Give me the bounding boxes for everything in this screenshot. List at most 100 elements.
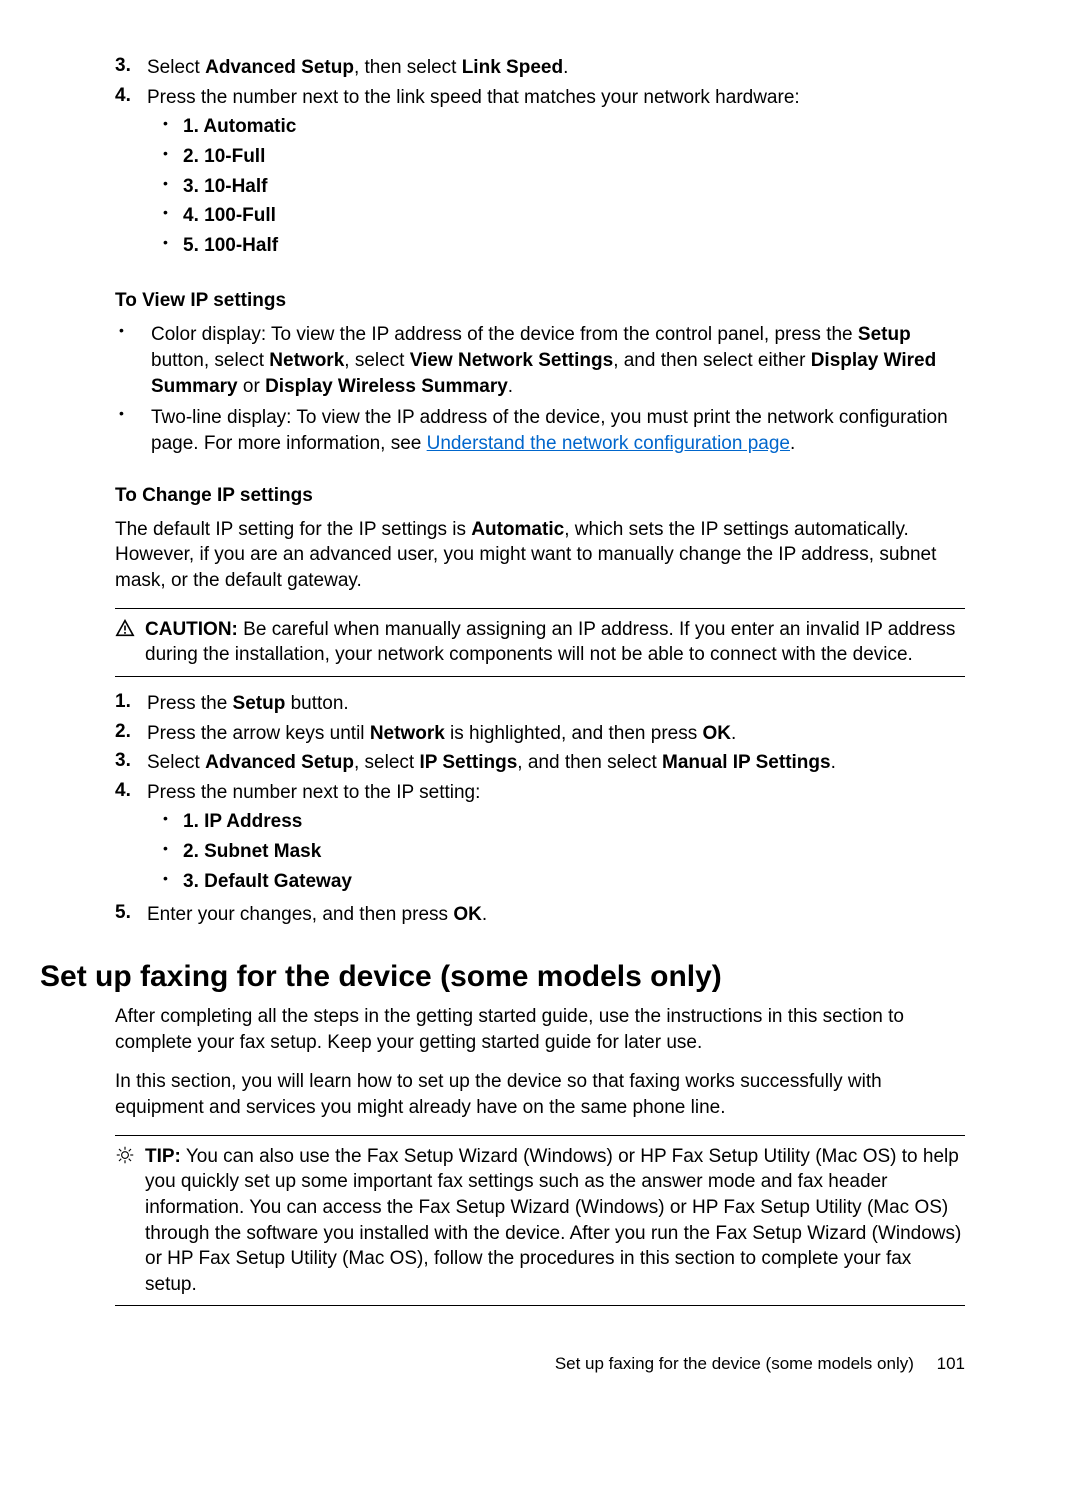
view-ip-heading: To View IP settings: [115, 290, 965, 312]
list-content: Press the arrow keys until Network is hi…: [147, 721, 965, 747]
text: The default IP setting for the IP settin…: [115, 519, 471, 540]
tip-body: TIP: You can also use the Fax Setup Wiza…: [145, 1144, 965, 1298]
change-ip-steps: 1. Press the Setup button. 2. Press the …: [115, 691, 965, 928]
list-content: Press the Setup button.: [147, 691, 965, 717]
bold-text: Network: [370, 723, 445, 744]
option-label: 2. 10-Full: [183, 144, 265, 170]
option-label: 3. 10-Half: [183, 174, 267, 200]
list-item: 4. Press the number next to the link spe…: [115, 85, 965, 263]
view-ip-list: Color display: To view the IP address of…: [115, 322, 965, 456]
text: , and then select: [517, 752, 662, 773]
sub-item: 5. 100-Half: [147, 233, 965, 259]
caution-callout: CAUTION: Be careful when manually assign…: [115, 608, 965, 677]
caution-label: CAUTION:: [145, 619, 238, 640]
list-item: 5. Enter your changes, and then press OK…: [115, 902, 965, 928]
list-item: 3. Select Advanced Setup, then select Li…: [115, 55, 965, 81]
network-config-link[interactable]: Understand the network configuration pag…: [427, 433, 790, 454]
tip-label: TIP:: [145, 1146, 181, 1167]
text: Press the arrow keys until: [147, 723, 370, 744]
sub-item: 3. 10-Half: [147, 174, 965, 200]
intro-numbered-list: 3. Select Advanced Setup, then select Li…: [115, 55, 965, 262]
bullet-content: Two-line display: To view the IP address…: [151, 405, 965, 456]
sub-item: 4. 100-Full: [147, 203, 965, 229]
text: Select: [147, 752, 205, 773]
sub-list: 1. IP Address 2. Subnet Mask 3. Default …: [147, 809, 965, 894]
bold-text: Advanced Setup: [205, 752, 354, 773]
text: .: [731, 723, 736, 744]
option-label: 1. IP Address: [183, 809, 302, 835]
text: is highlighted, and then press: [445, 723, 703, 744]
list-content: Press the number next to the link speed …: [147, 85, 965, 263]
caution-icon: [115, 617, 145, 668]
change-ip-paragraph: The default IP setting for the IP settin…: [115, 517, 965, 594]
bullet-content: Color display: To view the IP address of…: [151, 322, 965, 399]
text: Press the: [147, 693, 233, 714]
list-number: 4.: [115, 85, 147, 263]
change-ip-heading: To Change IP settings: [115, 485, 965, 507]
text: , and then select either: [613, 350, 811, 371]
text: .: [482, 904, 487, 925]
list-content: Select Advanced Setup, select IP Setting…: [147, 750, 965, 776]
option-label: 4. 100-Full: [183, 203, 276, 229]
bold-text: OK: [703, 723, 732, 744]
text: Press the number next to the IP setting:: [147, 782, 480, 803]
list-number: 4.: [115, 780, 147, 899]
text: , select: [354, 752, 419, 773]
footer-text: Set up faxing for the device (some model…: [555, 1354, 914, 1373]
tip-text: You can also use the Fax Setup Wizard (W…: [145, 1146, 961, 1295]
list-item: 4. Press the number next to the IP setti…: [115, 780, 965, 899]
caution-body: CAUTION: Be careful when manually assign…: [145, 617, 965, 668]
sub-item: 2. 10-Full: [147, 144, 965, 170]
fax-paragraph-2: In this section, you will learn how to s…: [115, 1069, 965, 1120]
sub-item: 3. Default Gateway: [147, 869, 965, 895]
page-footer: Set up faxing for the device (some model…: [115, 1354, 965, 1374]
list-number: 5.: [115, 902, 147, 928]
option-label: 2. Subnet Mask: [183, 839, 321, 865]
text: , then select: [354, 57, 462, 78]
bullet-item: Two-line display: To view the IP address…: [115, 405, 965, 456]
text: button.: [285, 693, 348, 714]
bold-text: Advanced Setup: [205, 57, 354, 78]
list-number: 2.: [115, 721, 147, 747]
text: .: [563, 57, 568, 78]
option-label: 1. Automatic: [183, 114, 296, 140]
bold-text: Network: [269, 350, 344, 371]
text: .: [831, 752, 836, 773]
sub-item: 1. Automatic: [147, 114, 965, 140]
bullet-item: Color display: To view the IP address of…: [115, 322, 965, 399]
list-item: 1. Press the Setup button.: [115, 691, 965, 717]
text: Press the number next to the link speed …: [147, 87, 800, 108]
page-number: 101: [937, 1354, 965, 1373]
tip-icon: [115, 1144, 145, 1298]
text: button, select: [151, 350, 269, 371]
tip-callout: TIP: You can also use the Fax Setup Wiza…: [115, 1135, 965, 1307]
bold-text: IP Settings: [419, 752, 517, 773]
text: .: [790, 433, 795, 454]
bold-text: Manual IP Settings: [662, 752, 831, 773]
list-content: Enter your changes, and then press OK.: [147, 902, 965, 928]
bold-text: Display Wireless Summary: [265, 376, 508, 397]
bold-text: Setup: [858, 324, 911, 345]
sub-item: 2. Subnet Mask: [147, 839, 965, 865]
fax-paragraph-1: After completing all the steps in the ge…: [115, 1004, 965, 1055]
text: or: [238, 376, 265, 397]
bold-text: Setup: [233, 693, 286, 714]
text: Enter your changes, and then press: [147, 904, 453, 925]
bold-text: OK: [453, 904, 482, 925]
bold-text: Link Speed: [462, 57, 563, 78]
fax-section-heading: Set up faxing for the device (some model…: [40, 960, 965, 994]
list-number: 3.: [115, 750, 147, 776]
sub-item: 1. IP Address: [147, 809, 965, 835]
list-item: 2. Press the arrow keys until Network is…: [115, 721, 965, 747]
sub-list: 1. Automatic 2. 10-Full 3. 10-Half 4. 10…: [147, 114, 965, 258]
list-content: Select Advanced Setup, then select Link …: [147, 55, 965, 81]
caution-text: Be careful when manually assigning an IP…: [145, 619, 955, 666]
option-label: 5. 100-Half: [183, 233, 278, 259]
text: Color display: To view the IP address of…: [151, 324, 858, 345]
text: , select: [344, 350, 409, 371]
list-number: 3.: [115, 55, 147, 81]
bold-text: View Network Settings: [410, 350, 613, 371]
list-number: 1.: [115, 691, 147, 717]
text: Select: [147, 57, 205, 78]
list-content: Press the number next to the IP setting:…: [147, 780, 965, 899]
